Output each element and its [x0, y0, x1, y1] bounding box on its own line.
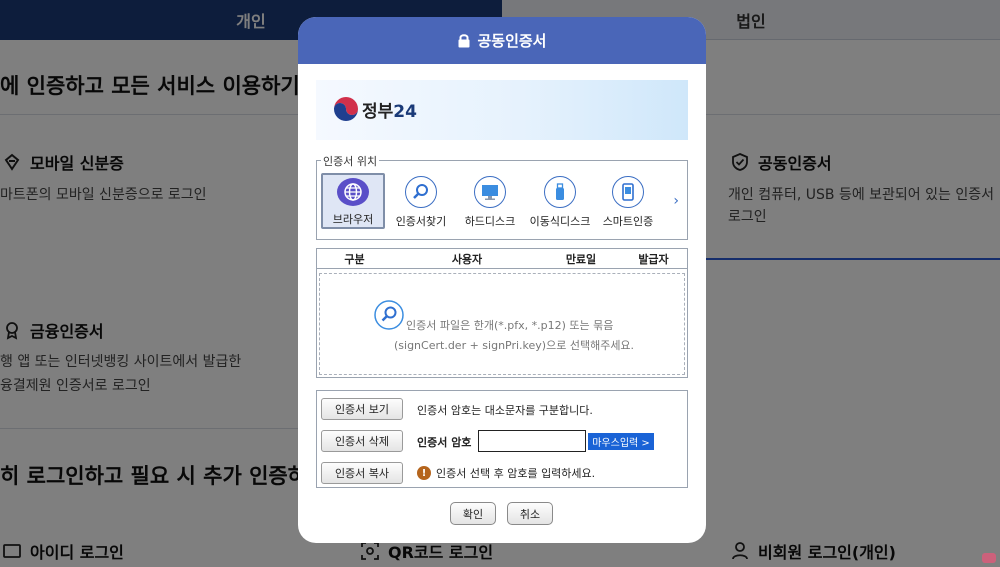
monitor-icon: [474, 176, 506, 208]
search-icon: [405, 176, 437, 208]
certificate-list: 구분 사용자 만료일 발급자 인증서 파일은 한개(*.pfx, *.p12) …: [316, 248, 688, 378]
mouse-input-button[interactable]: 마우스입력 >: [588, 433, 654, 450]
column-expiry: 만료일: [565, 252, 597, 266]
gov24-banner: 정부24: [316, 80, 688, 140]
location-removable-disk[interactable]: 이동식디스크: [528, 173, 592, 229]
drop-zone-line-2: (signCert.der + signPri.key)으로 선택해주세요.: [394, 339, 635, 352]
password-input[interactable]: [478, 430, 586, 452]
globe-icon: [337, 178, 369, 206]
location-smart-auth[interactable]: 스마트인증: [596, 173, 660, 229]
magnifier-icon: [374, 300, 404, 334]
location-smart-auth-label: 스마트인증: [602, 215, 654, 228]
certificate-location-group: 인증서 위치 브라우저 인증서찾기 하드디스크 이동식디스크 스마트인증 ›: [316, 153, 688, 240]
location-browser[interactable]: 브라우저: [321, 173, 385, 229]
certificate-location-legend: 인증서 위치: [321, 153, 380, 169]
gov24-logo: 정부24: [333, 96, 417, 122]
view-cert-button[interactable]: 인증서 보기: [321, 398, 403, 420]
phone-icon: [612, 176, 644, 208]
location-hard-disk[interactable]: 하드디스크: [458, 173, 522, 229]
chevron-right-icon[interactable]: ›: [673, 193, 679, 209]
password-label: 인증서 암호: [417, 436, 472, 449]
location-removable-disk-label: 이동식디스크: [529, 215, 591, 228]
confirm-button[interactable]: 확인: [450, 502, 496, 525]
column-type: 구분: [344, 252, 365, 266]
column-user: 사용자: [451, 252, 483, 266]
dialog-title: 공동인증서: [477, 32, 547, 50]
password-warning-text: 인증서 선택 후 암호를 입력하세요.: [436, 467, 596, 480]
dialog-header: 공동인증서: [298, 17, 706, 64]
drop-zone-line-1: 인증서 파일은 한개(*.pfx, *.p12) 또는 묶음: [406, 319, 614, 332]
copy-cert-button[interactable]: 인증서 복사: [321, 462, 403, 484]
taeguk-icon: [334, 97, 358, 121]
password-section: 인증서 보기 인증서 삭제 인증서 복사 인증서 암호는 대소문자를 구분합니다…: [316, 390, 688, 488]
gov24-logo-text: 정부24: [362, 101, 417, 122]
location-find-cert-label: 인증서찾기: [395, 215, 447, 228]
password-warning: ! 인증서 선택 후 암호를 입력하세요.: [417, 465, 595, 481]
usb-icon: [544, 176, 576, 208]
certificate-list-header: 구분 사용자 만료일 발급자: [317, 249, 687, 269]
certificate-drop-zone[interactable]: 인증서 파일은 한개(*.pfx, *.p12) 또는 묶음 (signCert…: [319, 273, 685, 375]
location-hard-disk-label: 하드디스크: [464, 215, 516, 228]
drop-zone-text: 인증서 파일은 한개(*.pfx, *.p12) 또는 묶음 (signCert…: [394, 316, 634, 356]
certificate-dialog: 공동인증서 정부24 인증서 위치 브라우저 인증서찾기 하드디스크 이동식디스…: [298, 17, 706, 543]
location-find-cert[interactable]: 인증서찾기: [389, 173, 453, 229]
column-issuer: 발급자: [638, 252, 669, 266]
password-case-note: 인증서 암호는 대소문자를 구분합니다.: [417, 404, 593, 417]
location-browser-label: 브라우저: [332, 213, 374, 226]
cancel-button[interactable]: 취소: [507, 502, 553, 525]
delete-cert-button[interactable]: 인증서 삭제: [321, 430, 403, 452]
floating-badge-icon[interactable]: [982, 553, 996, 563]
warning-icon: !: [417, 466, 431, 480]
lock-icon: [458, 34, 470, 48]
